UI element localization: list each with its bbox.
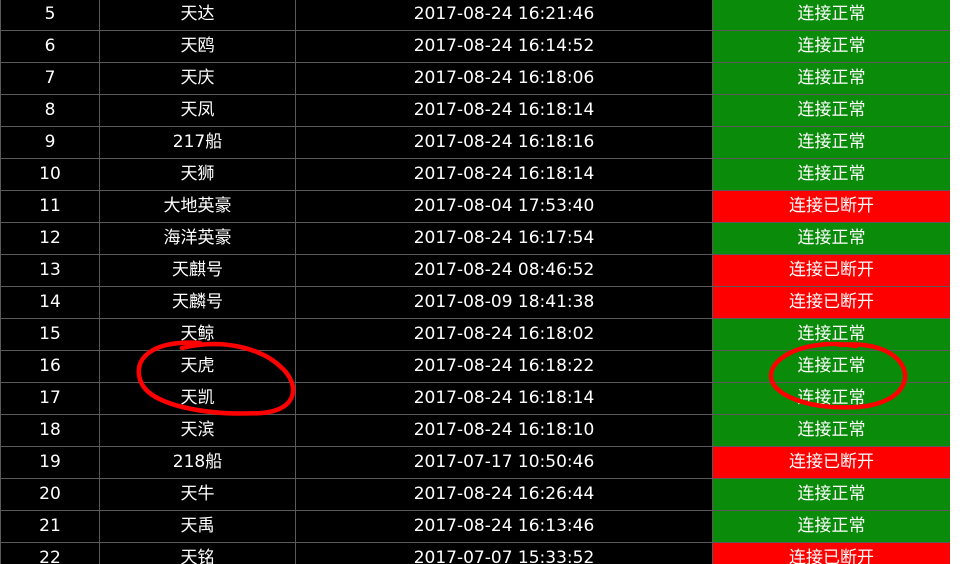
row-index-cell: 19 [0,446,100,479]
connection-status-cell: 连接正常 [712,158,951,191]
table-row[interactable]: 15 天鲸 2017-08-24 16:18:02 连接正常 [0,318,951,351]
table-row[interactable]: 17 天凯 2017-08-24 16:18:14 连接正常 [0,382,951,415]
last-update-time-cell: 2017-08-24 16:13:46 [295,510,713,543]
connection-status-cell: 连接正常 [712,30,951,63]
last-update-time-cell: 2017-08-09 18:41:38 [295,286,713,319]
connection-status-cell: 连接已断开 [712,254,951,287]
table-row[interactable]: 5 天达 2017-08-24 16:21:46 连接正常 [0,0,951,31]
last-update-time-cell: 2017-08-24 08:46:52 [295,254,713,287]
last-update-time-cell: 2017-08-24 16:14:52 [295,30,713,63]
table-row[interactable]: 12 海洋英豪 2017-08-24 16:17:54 连接正常 [0,222,951,255]
vessel-name-cell: 天禹 [99,510,296,543]
vessel-name-cell: 天铭 [99,542,296,564]
last-update-time-cell: 2017-08-24 16:18:14 [295,94,713,127]
table-row[interactable]: 21 天禹 2017-08-24 16:13:46 连接正常 [0,510,951,543]
last-update-time-cell: 2017-08-24 16:26:44 [295,478,713,511]
table-row[interactable]: 13 天麒号 2017-08-24 08:46:52 连接已断开 [0,254,951,287]
connection-status-cell: 连接正常 [712,0,951,31]
connection-status-cell: 连接正常 [712,126,951,159]
last-update-time-cell: 2017-08-24 16:18:02 [295,318,713,351]
last-update-time-cell: 2017-08-24 16:18:14 [295,382,713,415]
table-row[interactable]: 16 天虎 2017-08-24 16:18:22 连接正常 [0,350,951,383]
connection-status-cell: 连接正常 [712,222,951,255]
table-row[interactable]: 14 天麟号 2017-08-09 18:41:38 连接已断开 [0,286,951,319]
last-update-time-cell: 2017-08-24 16:17:54 [295,222,713,255]
vessel-name-cell: 天鲸 [99,318,296,351]
vessel-name-cell: 天虎 [99,350,296,383]
row-index-cell: 11 [0,190,100,223]
last-update-time-cell: 2017-08-24 16:18:14 [295,158,713,191]
row-index-cell: 17 [0,382,100,415]
table-row[interactable]: 20 天牛 2017-08-24 16:26:44 连接正常 [0,478,951,511]
last-update-time-cell: 2017-08-04 17:53:40 [295,190,713,223]
row-index-cell: 18 [0,414,100,447]
connection-status-cell: 连接正常 [712,414,951,447]
connection-status-cell: 连接已断开 [712,446,951,479]
table-row[interactable]: 6 天鸥 2017-08-24 16:14:52 连接正常 [0,30,951,63]
connection-status-cell: 连接正常 [712,318,951,351]
vessel-name-cell: 天麒号 [99,254,296,287]
vessel-name-cell: 天凯 [99,382,296,415]
table-row[interactable]: 10 天狮 2017-08-24 16:18:14 连接正常 [0,158,951,191]
connection-status-cell: 连接正常 [712,510,951,543]
connection-status-cell: 连接正常 [712,350,951,383]
table-body: 5 天达 2017-08-24 16:21:46 连接正常 6 天鸥 2017-08-24 … [0,0,951,564]
row-index-cell: 10 [0,158,100,191]
vessel-name-cell: 天鸥 [99,30,296,63]
row-index-cell: 7 [0,62,100,95]
table-row[interactable]: 9 217船 2017-08-24 16:18:16 连接正常 [0,126,951,159]
table-row[interactable]: 22 天铭 2017-07-07 15:33:52 连接已断开 [0,542,951,564]
row-index-cell: 6 [0,30,100,63]
row-index-cell: 14 [0,286,100,319]
connection-status-cell: 连接正常 [712,478,951,511]
vessel-name-cell: 海洋英豪 [99,222,296,255]
row-index-cell: 22 [0,542,100,564]
row-index-cell: 15 [0,318,100,351]
connection-status-cell: 连接正常 [712,62,951,95]
last-update-time-cell: 2017-08-24 16:18:22 [295,350,713,383]
row-index-cell: 20 [0,478,100,511]
table-row[interactable]: 7 天庆 2017-08-24 16:18:06 连接正常 [0,62,951,95]
last-update-time-cell: 2017-07-17 10:50:46 [295,446,713,479]
connection-status-cell: 连接正常 [712,382,951,415]
vessel-name-cell: 天达 [99,0,296,31]
row-index-cell: 8 [0,94,100,127]
vessel-name-cell: 218船 [99,446,296,479]
vessel-name-cell: 217船 [99,126,296,159]
row-index-cell: 5 [0,0,100,31]
vessel-name-cell: 天庆 [99,62,296,95]
page-margin [950,0,980,564]
row-index-cell: 12 [0,222,100,255]
table-row[interactable]: 8 天凤 2017-08-24 16:18:14 连接正常 [0,94,951,127]
connection-status-cell: 连接已断开 [712,286,951,319]
row-index-cell: 9 [0,126,100,159]
vessel-name-cell: 天狮 [99,158,296,191]
row-index-cell: 13 [0,254,100,287]
vessel-name-cell: 天凤 [99,94,296,127]
connection-status-cell: 连接正常 [712,94,951,127]
connection-status-cell: 连接已断开 [712,190,951,223]
connection-status-cell: 连接已断开 [712,542,951,564]
vessel-name-cell: 天麟号 [99,286,296,319]
vessel-name-cell: 天滨 [99,414,296,447]
row-index-cell: 21 [0,510,100,543]
table-row[interactable]: 11 大地英豪 2017-08-04 17:53:40 连接已断开 [0,190,951,223]
last-update-time-cell: 2017-08-24 16:18:16 [295,126,713,159]
screenshot-stage: 5 天达 2017-08-24 16:21:46 连接正常 6 天鸥 2017-08-24 … [0,0,980,564]
last-update-time-cell: 2017-07-07 15:33:52 [295,542,713,564]
vessel-name-cell: 天牛 [99,478,296,511]
row-index-cell: 16 [0,350,100,383]
table-row[interactable]: 18 天滨 2017-08-24 16:18:10 连接正常 [0,414,951,447]
connection-status-table: 5 天达 2017-08-24 16:21:46 连接正常 6 天鸥 2017-08-24 … [0,0,951,564]
table-row[interactable]: 19 218船 2017-07-17 10:50:46 连接已断开 [0,446,951,479]
vessel-name-cell: 大地英豪 [99,190,296,223]
last-update-time-cell: 2017-08-24 16:21:46 [295,0,713,31]
last-update-time-cell: 2017-08-24 16:18:06 [295,62,713,95]
last-update-time-cell: 2017-08-24 16:18:10 [295,414,713,447]
